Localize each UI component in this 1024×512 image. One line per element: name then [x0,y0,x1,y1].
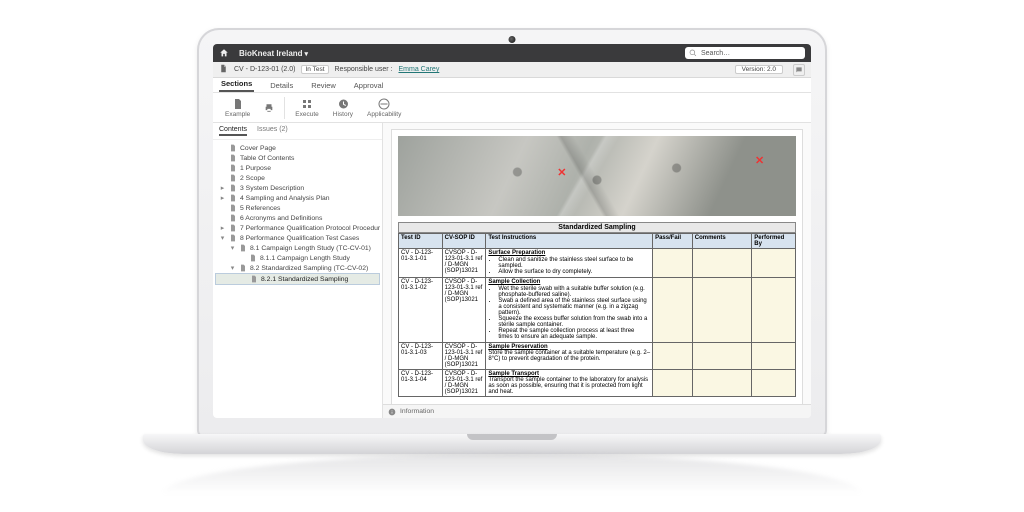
tree-item[interactable]: ▾8 Performance Qualification Test Cases [215,233,380,243]
tool-print[interactable] [258,103,280,113]
content-pane[interactable]: ✕ ✕ Standardized Sampling Test IDCV-SOP … [383,123,811,418]
tree-item[interactable]: 2 Scope [215,173,380,183]
contents-tree: Cover PageTable Of Contents1 Purpose2 Sc… [213,140,382,418]
responsible-label: Responsible user : [335,66,393,73]
tree-item[interactable]: ▸3 System Description [215,183,380,193]
search-icon [689,49,697,57]
table-header: Comments [692,234,752,249]
tree-item[interactable]: 8.1.1 Campaign Length Study [215,253,380,263]
org-selector[interactable]: BioKneat Ireland [239,49,308,58]
table-header: Performed By [752,234,796,249]
toolbar: Example Execute History Applicability [213,93,811,123]
tabstrip: Sections Details Review Approval [213,78,811,93]
webcam [509,36,516,43]
tool-example[interactable]: Example [219,98,256,118]
tool-applicability-label: Applicability [367,111,401,118]
table-row: CV - D-123-01-3.1-01CVSOP - D-123-01-3.1… [399,249,796,278]
info-label: Information [400,408,434,415]
sampling-table: Standardized Sampling Test IDCV-SOP IDTe… [398,222,796,397]
document-icon [219,64,228,75]
info-icon [388,408,396,416]
tab-details[interactable]: Details [268,81,295,92]
tree-item[interactable]: ▾8.1 Campaign Length Study (TC-CV-01) [215,243,380,253]
document-code: CV - D-123-01 (2.0) [234,66,295,73]
equipment-image: ✕ ✕ [398,136,796,216]
tab-approval[interactable]: Approval [352,81,386,92]
tool-applicability[interactable]: Applicability [361,98,407,118]
table-row: CV - D-123-01-3.1-03CVSOP - D-123-01-3.1… [399,343,796,370]
sidebar-tab-contents[interactable]: Contents [219,126,247,136]
tree-item[interactable]: 1 Purpose [215,163,380,173]
table-header: Pass/Fail [653,234,693,249]
table-header: CV-SOP ID [442,234,486,249]
sidebar-tab-issues[interactable]: Issues (2) [257,126,288,136]
tree-item[interactable]: ▸7 Performance Qualification Protocol Pr… [215,223,380,233]
table-header: Test Instructions [486,234,653,249]
tree-item[interactable]: 8.2.1 Standardized Sampling [215,273,380,285]
status-badge: In Test [301,65,328,74]
topbar: BioKneat Ireland Search… [213,44,811,62]
table-row: CV - D-123-01-3.1-02CVSOP - D-123-01-3.1… [399,278,796,343]
version-selector[interactable]: Version: 2.0 [735,65,783,74]
sidebar: Contents Issues (2) Cover PageTable Of C… [213,123,383,418]
separator [284,97,285,119]
tool-execute-label: Execute [295,111,319,118]
tab-review[interactable]: Review [309,81,338,92]
home-icon[interactable] [219,48,231,58]
app-screen: BioKneat Ireland Search… CV - D-123-01 (… [213,44,811,418]
table-caption: Standardized Sampling [398,222,796,233]
tree-item[interactable]: Table Of Contents [215,153,380,163]
tree-item[interactable]: ▾8.2 Standardized Sampling (TC-CV-02) [215,263,380,273]
document-page: ✕ ✕ Standardized Sampling Test IDCV-SOP … [391,129,803,406]
tool-example-label: Example [225,111,250,118]
table-row: CV - D-123-01-3.1-04CVSOP - D-123-01-3.1… [399,370,796,397]
search-input[interactable]: Search… [685,47,805,59]
document-bar: CV - D-123-01 (2.0) In Test Responsible … [213,62,811,78]
tool-history-label: History [333,111,353,118]
comments-icon[interactable] [793,64,805,76]
laptop-base [143,434,881,454]
tree-item[interactable]: 5 References [215,203,380,213]
reflection [163,454,861,494]
tree-item[interactable]: Cover Page [215,143,380,153]
tree-item[interactable]: 6 Acronyms and Definitions [215,213,380,223]
table-header: Test ID [399,234,443,249]
tool-history[interactable]: History [327,98,359,118]
responsible-user-link[interactable]: Emma Carey [398,66,439,73]
tree-item[interactable]: ▸4 Sampling and Analysis Plan [215,193,380,203]
tool-execute[interactable]: Execute [289,98,325,118]
tab-sections[interactable]: Sections [219,79,254,92]
search-placeholder: Search… [701,50,730,57]
info-footer[interactable]: Information [383,404,811,418]
